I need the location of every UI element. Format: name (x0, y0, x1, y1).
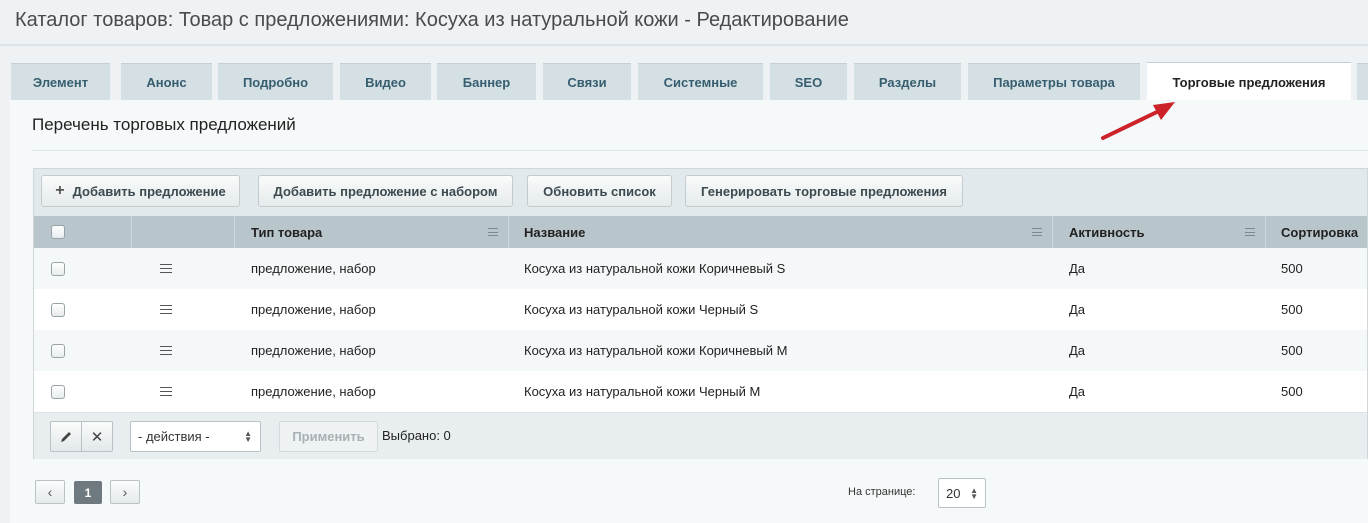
header-type-label: Тип товара (251, 224, 323, 240)
cell-type: предложение, набор (251, 302, 376, 317)
red-arrow-icon (1101, 102, 1175, 140)
add-offer-button[interactable]: + Добавить предложение (41, 175, 240, 207)
per-page-select[interactable]: 20 ▲ ▼ (938, 478, 986, 508)
row-checkbox-cell (51, 289, 65, 330)
cell-name: Косуха из натуральной кожи Черный M (524, 384, 761, 399)
column-menu-icon[interactable] (1245, 228, 1255, 236)
cell-active: Да (1069, 384, 1086, 399)
edit-button[interactable] (50, 421, 82, 452)
column-menu-icon[interactable] (1032, 228, 1042, 236)
row-checkbox-cell (51, 371, 65, 412)
tab-links[interactable]: Связи (543, 63, 631, 100)
row-checkbox-cell (51, 248, 65, 289)
select-arrows-icon: ▲ ▼ (970, 486, 978, 501)
table-row[interactable]: предложение, набор Косуха из натуральной… (34, 289, 1367, 330)
title-divider (0, 44, 1368, 46)
plus-icon: + (55, 182, 65, 199)
offers-grid: + Добавить предложение Добавить предложе… (33, 168, 1368, 459)
header-name-label: Название (524, 224, 586, 240)
section-title: Перечень торговых предложений (32, 115, 296, 134)
selected-count: Выбрано: 0 (382, 428, 451, 443)
next-page-button[interactable]: › (110, 480, 140, 504)
delete-button[interactable]: ✕ (81, 421, 113, 452)
header-active[interactable]: Активность (1053, 216, 1266, 248)
table-row[interactable]: предложение, набор Косуха из натуральной… (34, 248, 1367, 289)
tab-trade-offers[interactable]: Торговые предложения (1147, 62, 1351, 101)
grid-footer: ✕ - действия - ▲ ▼ Применить Выбрано: 0 (34, 412, 1367, 459)
row-checkbox[interactable] (51, 261, 65, 276)
cell-sort: 500 (1281, 302, 1303, 317)
chevron-left-icon: ‹ (47, 484, 53, 500)
cell-active: Да (1069, 302, 1086, 317)
cell-active: Да (1069, 343, 1086, 358)
row-menu-cell (160, 289, 172, 330)
per-page-value: 20 (946, 485, 961, 501)
column-menu-icon[interactable] (488, 228, 498, 236)
row-menu-cell (160, 371, 172, 412)
page-header: Каталог товаров: Товар с предложениями: … (0, 0, 1368, 44)
cell-sort: 500 (1281, 261, 1303, 276)
cell-sort: 500 (1281, 384, 1303, 399)
close-icon: ✕ (90, 428, 104, 446)
pencil-icon (61, 431, 71, 442)
row-checkbox[interactable] (51, 302, 65, 317)
cell-type: предложение, набор (251, 261, 376, 276)
header-select-all (34, 216, 132, 248)
row-menu-icon[interactable] (160, 387, 172, 396)
tab-details[interactable]: Подробно (218, 63, 333, 100)
select-arrows-icon: ▲ ▼ (244, 429, 252, 444)
add-offer-set-button[interactable]: Добавить предложение с набором (258, 175, 513, 207)
row-menu-icon[interactable] (160, 264, 172, 273)
tab-element[interactable]: Элемент (11, 63, 110, 100)
header-sort[interactable]: Сортировка (1266, 216, 1368, 248)
header-name[interactable]: Название (509, 216, 1053, 248)
cell-type: предложение, набор (251, 343, 376, 358)
tab-system[interactable]: Системные (638, 63, 763, 100)
tab-bar: Элемент Анонс Подробно Видео Баннер Связ… (0, 62, 1368, 101)
row-menu-icon[interactable] (160, 305, 172, 314)
cell-type: предложение, набор (251, 384, 376, 399)
grid-toolbar: + Добавить предложение Добавить предложе… (34, 169, 1367, 216)
generate-offers-button[interactable]: Генерировать торговые предложения (685, 175, 963, 207)
page-title: Каталог товаров: Товар с предложениями: … (15, 9, 849, 31)
tab-video[interactable]: Видео (340, 63, 431, 100)
tab-overflow[interactable] (1357, 63, 1368, 100)
cell-name: Косуха из натуральной кожи Черный S (524, 302, 759, 317)
row-menu-icon[interactable] (160, 346, 172, 355)
table-row[interactable]: предложение, набор Косуха из натуральной… (34, 371, 1367, 412)
refresh-list-button[interactable]: Обновить список (527, 175, 672, 207)
tab-preview[interactable]: Анонс (121, 63, 212, 100)
tab-product-params[interactable]: Параметры товара (968, 63, 1140, 100)
row-menu-cell (160, 330, 172, 371)
header-type[interactable]: Тип товара (235, 216, 509, 248)
select-all-checkbox[interactable] (51, 225, 65, 239)
section-divider (32, 150, 1368, 151)
row-checkbox[interactable] (51, 343, 65, 358)
header-sort-label: Сортировка (1281, 224, 1359, 240)
cell-name: Косуха из натуральной кожи Коричневый M (524, 343, 788, 358)
apply-button[interactable]: Применить (279, 421, 378, 452)
row-checkbox[interactable] (51, 384, 65, 399)
actions-select[interactable]: - действия - ▲ ▼ (130, 421, 261, 452)
tab-seo[interactable]: SEO (770, 63, 847, 100)
page-number-current[interactable]: 1 (74, 481, 102, 504)
tab-banner[interactable]: Баннер (437, 63, 536, 100)
header-active-label: Активность (1069, 224, 1145, 240)
table-header: Тип товара Название Активность Сортировк… (34, 216, 1367, 248)
cell-active: Да (1069, 261, 1086, 276)
per-page-label: На странице: (848, 486, 916, 498)
actions-select-value: - действия - (138, 429, 210, 444)
row-checkbox-cell (51, 330, 65, 371)
chevron-right-icon: › (122, 484, 128, 500)
table-row[interactable]: предложение, набор Косуха из натуральной… (34, 330, 1367, 371)
cell-sort: 500 (1281, 343, 1303, 358)
cell-name: Косуха из натуральной кожи Коричневый S (524, 261, 786, 276)
add-offer-label: Добавить предложение (72, 183, 226, 199)
tab-sections[interactable]: Разделы (854, 63, 961, 100)
prev-page-button[interactable]: ‹ (35, 480, 65, 504)
row-menu-cell (160, 248, 172, 289)
header-actions (132, 216, 235, 248)
